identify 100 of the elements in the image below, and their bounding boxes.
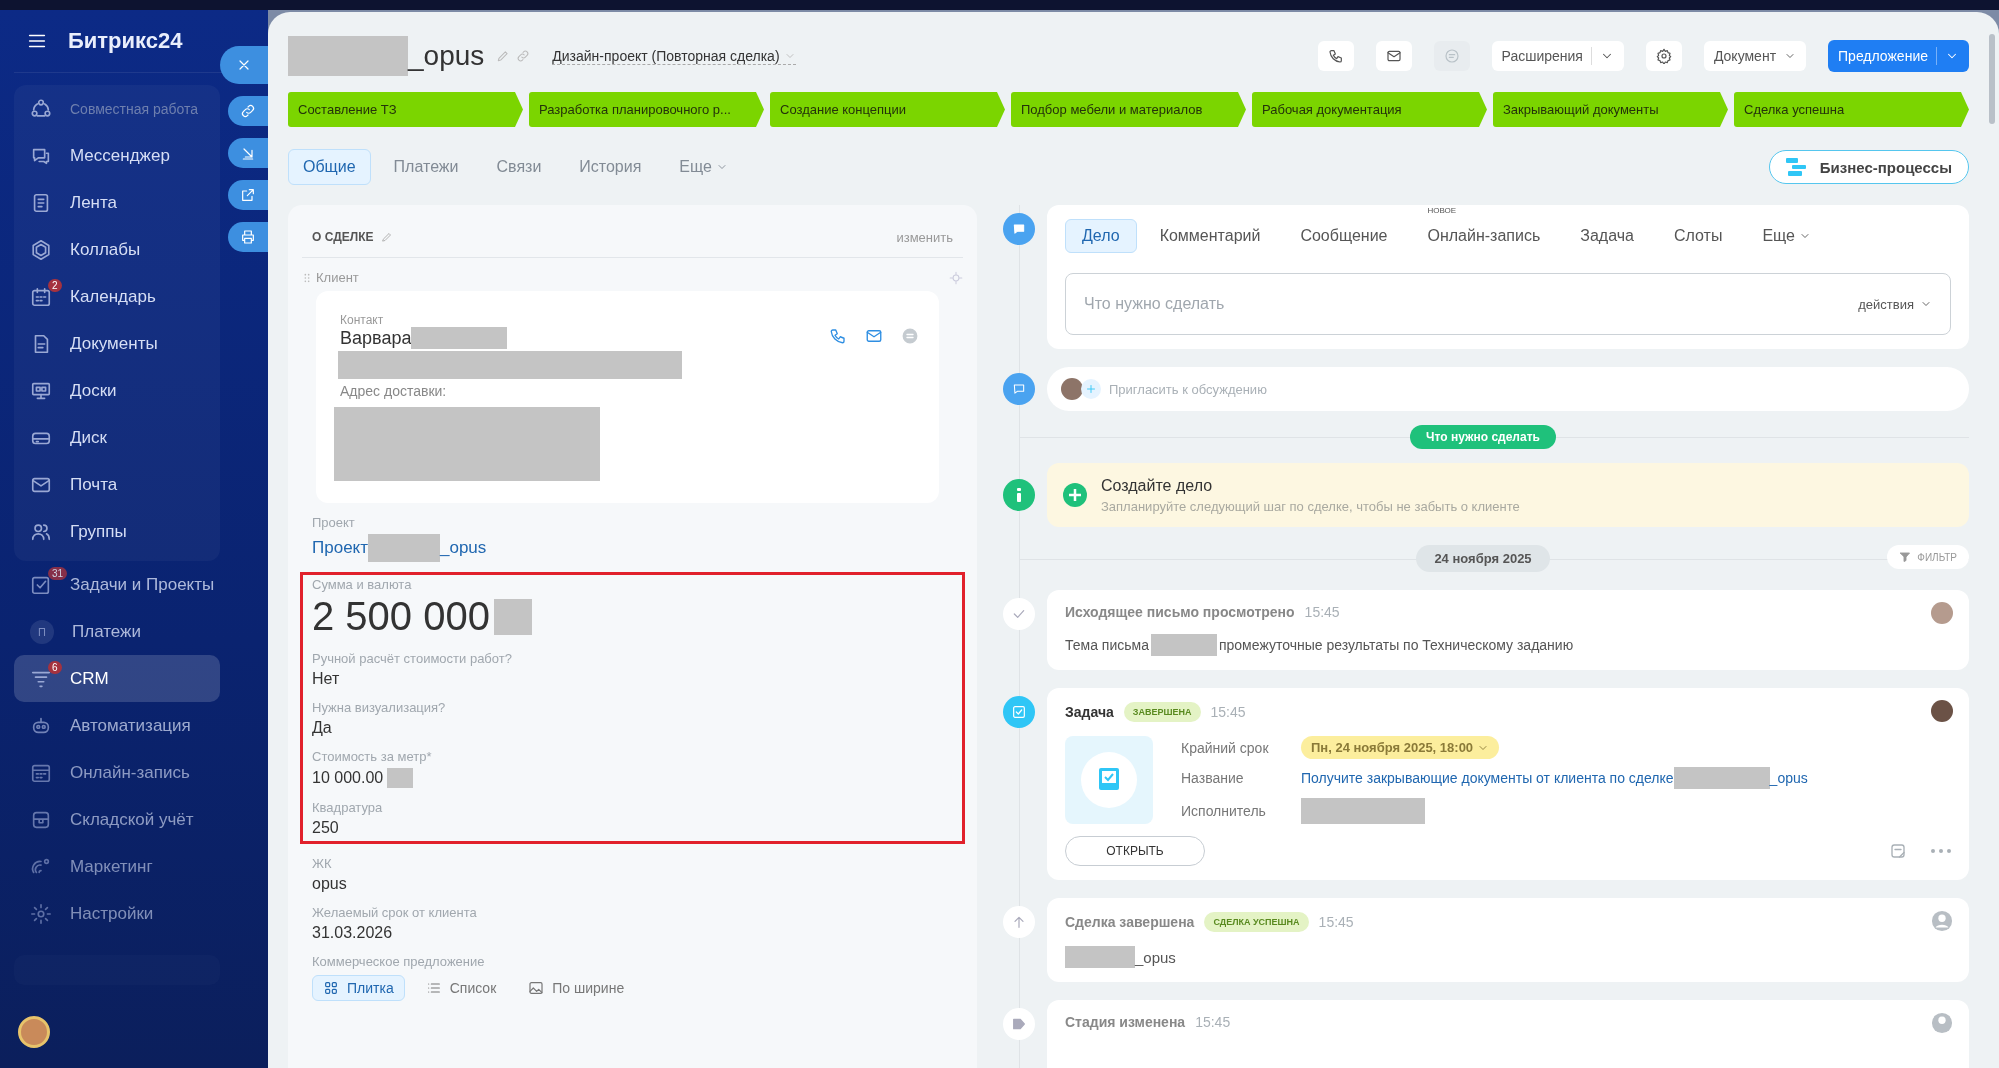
sidebar-item[interactable]: Диск xyxy=(14,414,220,461)
copy-link-button[interactable] xyxy=(228,96,268,126)
sidebar-item[interactable]: Лента xyxy=(14,179,220,226)
property-label: Исполнитель xyxy=(1181,802,1267,819)
stage-step[interactable]: Составление ТЗ xyxy=(288,92,523,127)
task-link[interactable]: _opus xyxy=(1769,770,1808,787)
sidebar-label: Складской учёт xyxy=(70,809,194,830)
field-label: Адрес доставки: xyxy=(339,383,448,399)
note-icon xyxy=(1889,842,1907,860)
sidebar-label: Календарь xyxy=(70,286,156,307)
sidebar-item[interactable]: Настройки xyxy=(14,890,220,937)
sidebar-item[interactable]: 31 Задачи и Проекты xyxy=(14,561,220,608)
sidebar-item[interactable]: Онлайн-запись xyxy=(14,749,220,796)
stage-step[interactable]: Разработка планировочного р... xyxy=(529,92,764,127)
redacted-block xyxy=(1150,634,1217,656)
sidebar-label: Мессенджер xyxy=(70,145,170,166)
count-badge: 6 xyxy=(48,661,62,674)
project-link[interactable]: _opus xyxy=(440,538,487,558)
user-icon xyxy=(1931,910,1953,932)
actions-dropdown[interactable]: действия xyxy=(1858,296,1932,312)
open-button[interactable]: ОТКРЫТЬ xyxy=(1065,836,1205,866)
sidebar-item[interactable]: 2 Календарь xyxy=(14,273,220,320)
settings-button[interactable] xyxy=(1645,41,1682,71)
drag-handle-icon xyxy=(302,272,312,283)
sidebar-label: Коллабы xyxy=(70,239,141,260)
sidebar-item[interactable]: 6 CRM xyxy=(14,655,220,702)
project-link[interactable]: Проект xyxy=(312,538,368,558)
composer-tab[interactable]: Слоты xyxy=(1656,219,1740,253)
stage-step[interactable]: Создание концепции xyxy=(770,92,1005,127)
event-title: Задача xyxy=(1065,704,1114,720)
contact-name[interactable]: Варвара xyxy=(340,327,412,349)
composer-tab[interactable]: Дело xyxy=(1065,219,1137,253)
tab[interactable]: Общие xyxy=(288,149,371,185)
sidebar-item[interactable]: Маркетинг xyxy=(14,843,220,890)
sidebar-item[interactable]: Почта xyxy=(14,461,220,508)
sidebar-label: Платежи xyxy=(72,621,141,642)
grid-icon xyxy=(323,980,339,996)
view-tab[interactable]: По ширине xyxy=(517,975,636,1001)
sidebar-item[interactable]: П Платежи xyxy=(14,608,220,655)
sidebar-item[interactable]: Складской учёт xyxy=(14,796,220,843)
phone-icon xyxy=(829,327,847,345)
property-label: Название xyxy=(1181,770,1245,787)
email-button[interactable] xyxy=(1375,41,1412,71)
sidebar-label: Группы xyxy=(70,521,127,542)
avatar xyxy=(1931,700,1953,722)
avatar[interactable] xyxy=(18,1016,50,1048)
field-value: 2 500 000 xyxy=(312,594,490,639)
event-title: Стадия изменена xyxy=(1065,1014,1186,1030)
placeholder: Что нужно сделать xyxy=(1084,295,1225,313)
avatar xyxy=(1931,602,1953,624)
sidebar-item[interactable]: Коллабы xyxy=(14,226,220,273)
extensions-button[interactable]: Расширения xyxy=(1491,41,1624,71)
stage-step[interactable]: Закрывающий документы xyxy=(1493,92,1728,127)
category-dropdown[interactable]: Дизайн-проект (Повторная сделка) xyxy=(552,47,796,65)
close-button[interactable] xyxy=(220,46,268,84)
section-title: О СДЕЛКЕ xyxy=(312,230,374,244)
stage-step[interactable]: Сделка успешна xyxy=(1734,92,1969,127)
download-button[interactable] xyxy=(228,138,268,168)
sidebar-label: Маркетинг xyxy=(70,856,153,877)
sidebar-item[interactable]: Мессенджер xyxy=(14,132,220,179)
redacted-block xyxy=(387,768,414,788)
sidebar-label: Совместная работа xyxy=(70,100,199,117)
sidebar-item[interactable]: Доски xyxy=(14,367,220,414)
document-button[interactable]: Документ xyxy=(1703,41,1807,71)
view-tab[interactable]: Список xyxy=(414,975,508,1001)
open-new-window-button[interactable] xyxy=(228,180,268,210)
composer-tab[interactable]: Комментарий xyxy=(1142,219,1278,253)
field-label: Контакт xyxy=(339,313,385,327)
field-label: Проект xyxy=(312,515,356,530)
blocks-icon xyxy=(1785,158,1808,176)
composer-tab[interactable]: Сообщение xyxy=(1283,219,1405,253)
task-input[interactable]: Что нужно сделать действия xyxy=(1065,273,1951,335)
view-tab[interactable]: Плитка xyxy=(312,975,405,1001)
count-badge: 31 xyxy=(48,567,68,580)
task-link[interactable]: Получите закрывающие документы от клиента по сделке xyxy=(1301,770,1674,787)
sidebar-label: Диск xyxy=(70,427,107,448)
print-button[interactable] xyxy=(228,222,268,252)
business-processes-button[interactable]: Бизнес-процессы xyxy=(1768,150,1969,184)
stage-step[interactable]: Рабочая документация xyxy=(1252,92,1487,127)
invite-text: Пригласить к обсуждению xyxy=(1109,381,1267,397)
chat-icon xyxy=(1012,382,1026,396)
deadline-chip[interactable]: Пн, 24 ноября 2025, 18:00 xyxy=(1301,736,1500,760)
offer-button[interactable]: Предложение xyxy=(1828,40,1969,72)
event-time: 15:45 xyxy=(1304,604,1340,620)
composer-tab[interactable]: Еще xyxy=(1745,219,1828,253)
call-button[interactable] xyxy=(1317,41,1354,71)
sidebar-label: Автоматизация xyxy=(70,715,191,736)
stage-step[interactable]: Подбор мебели и материалов xyxy=(1011,92,1246,127)
status-badge: СДЕЛКА УСПЕШНА xyxy=(1204,912,1309,932)
sidebar-item[interactable]: Группы xyxy=(14,508,220,555)
composer-tab[interactable]: Задача xyxy=(1563,219,1651,253)
scrollbar[interactable] xyxy=(1989,34,1995,124)
section-pill: Что нужно сделать xyxy=(1410,425,1556,449)
create-task-card[interactable]: Создайте дело Запланируйте следующий шаг по сделке, чтобы не забыть о клиенте xyxy=(1047,463,1969,527)
sidebar-item[interactable]: Автоматизация xyxy=(14,702,220,749)
event-time: 15:45 xyxy=(1210,704,1246,720)
logo[interactable]: Битрикс24 xyxy=(68,28,183,54)
field-value: 10 000.00 xyxy=(312,769,384,787)
sidebar-label: Задачи и Проекты xyxy=(70,574,215,595)
sidebar-item[interactable]: Документы xyxy=(14,320,220,367)
